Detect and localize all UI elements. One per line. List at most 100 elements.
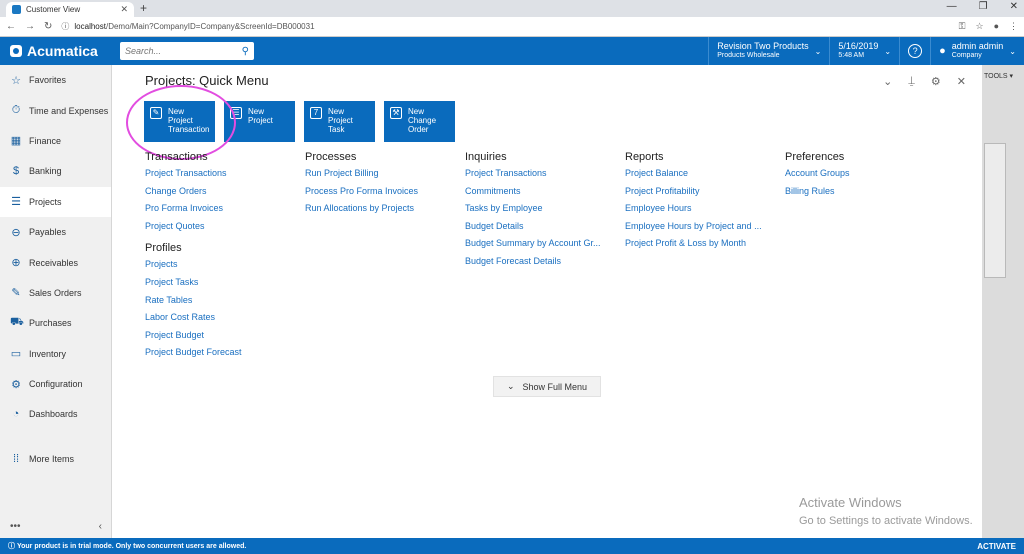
chevron-down-icon: ⌄: [1009, 46, 1016, 56]
date-selector[interactable]: 5/16/2019 5:48 AM ⌄: [829, 37, 899, 65]
menu-link[interactable]: Employee Hours: [625, 203, 785, 221]
gauge-icon: ◔: [12, 408, 20, 421]
search-icon[interactable]: ⚲: [242, 46, 249, 57]
calendar-icon: 7: [310, 107, 322, 119]
new-project-task-tile[interactable]: 7 New Project Task: [304, 101, 375, 142]
sidebar-item-configuration[interactable]: ⚙ Configuration: [0, 369, 111, 399]
sidebar-item-more-items[interactable]: ⁞⁞ More Items: [0, 444, 112, 474]
menu-link[interactable]: Commitments: [465, 186, 625, 204]
new-change-order-tile[interactable]: ⚒ New Change Order: [384, 101, 455, 142]
close-icon[interactable]: ✕: [957, 75, 966, 88]
menu-link[interactable]: Pro Forma Invoices: [145, 203, 305, 221]
calculator-icon: ▦: [10, 135, 22, 148]
plus-circle-icon: ⊕: [11, 257, 21, 270]
menu-link[interactable]: Employee Hours by Project and ...: [625, 221, 785, 239]
sidebar-item-favorites[interactable]: ☆ Favorites: [0, 65, 111, 95]
section-heading: Preferences: [785, 151, 845, 163]
info-icon: ⓘ: [61, 22, 70, 31]
menu-link[interactable]: Project Profitability: [625, 186, 785, 204]
sidebar-item-purchases[interactable]: ⛟ Purchases: [0, 308, 111, 338]
reload-icon[interactable]: ↻: [44, 21, 52, 32]
gear-icon[interactable]: ⚙: [931, 75, 941, 88]
search-box[interactable]: ⚲: [120, 42, 254, 60]
menu-link[interactable]: Project Quotes: [145, 221, 305, 239]
sidebar-item-receivables[interactable]: ⊕ Receivables: [0, 247, 111, 277]
trial-message: Your product is in trial mode. Only two …: [16, 542, 247, 550]
back-icon[interactable]: ←: [6, 21, 16, 32]
branch-name: Revision Two Products: [717, 41, 809, 51]
restore-icon[interactable]: ❐: [979, 1, 988, 12]
highlight-annotation: [126, 85, 236, 160]
menu-link[interactable]: Process Pro Forma Invoices: [305, 186, 465, 204]
browser-tab[interactable]: Customer View ✕: [6, 2, 134, 17]
branch-selector[interactable]: Revision Two Products Products Wholesale…: [708, 37, 829, 65]
menu-link[interactable]: Budget Details: [465, 221, 625, 239]
sidebar-item-inventory[interactable]: ▭ Inventory: [0, 339, 111, 369]
close-window-icon[interactable]: ✕: [1010, 1, 1018, 12]
column-processes: Processes Run Project Billing Process Pr…: [305, 151, 465, 365]
menu-link[interactable]: Budget Summary by Account Gr...: [465, 238, 625, 256]
browser-tabbar: Customer View ✕ + — ❐ ✕: [0, 0, 1024, 17]
menu-link[interactable]: Tasks by Employee: [465, 203, 625, 221]
minimize-icon[interactable]: —: [947, 1, 957, 12]
info-icon: ⓘ: [8, 543, 17, 550]
chevron-down-icon[interactable]: ⌄: [883, 75, 892, 88]
section-heading: Reports: [625, 151, 664, 163]
sidebar-item-projects[interactable]: ☰ Projects: [0, 186, 111, 217]
gear-icon: ⚙: [11, 378, 21, 391]
menu-link[interactable]: Rate Tables: [145, 295, 305, 313]
profile-icon[interactable]: ●: [994, 21, 999, 32]
projects-icon: ☰: [11, 196, 21, 209]
sidebar-item-payables[interactable]: ⊖ Payables: [0, 217, 111, 247]
menu-link[interactable]: Labor Cost Rates: [145, 312, 305, 330]
user-menu[interactable]: ● admin admin Company ⌄: [930, 37, 1024, 65]
menu-link[interactable]: Project Transactions: [145, 168, 305, 186]
browser-menu-icon[interactable]: ⋮: [1009, 21, 1018, 32]
menu-link[interactable]: Budget Forecast Details: [465, 256, 625, 274]
menu-link[interactable]: Billing Rules: [785, 186, 945, 204]
ellipsis-icon[interactable]: •••: [10, 521, 21, 532]
help-button[interactable]: ?: [899, 37, 930, 65]
edit-icon: ✎: [11, 287, 21, 300]
section-heading: Processes: [305, 151, 357, 163]
section-heading: Inquiries: [465, 151, 507, 163]
activate-link[interactable]: ACTIVATE: [977, 542, 1016, 551]
acumatica-logo[interactable]: Acumatica: [0, 43, 112, 59]
menu-link[interactable]: Change Orders: [145, 186, 305, 204]
background-grid: [984, 143, 1006, 278]
bookmark-star-icon[interactable]: ☆: [975, 21, 983, 32]
key-icon[interactable]: ⚿: [959, 21, 966, 32]
menu-link[interactable]: Project Budget Forecast: [145, 347, 305, 365]
user-name: admin admin: [951, 41, 1004, 51]
sidebar-item-sales-orders[interactable]: ✎ Sales Orders: [0, 278, 111, 308]
menu-link[interactable]: Project Profit & Loss by Month: [625, 238, 785, 256]
menu-link[interactable]: Projects: [145, 259, 305, 277]
sidebar-item-time-and-expenses[interactable]: ⏱ Time and Expenses: [0, 95, 111, 125]
pin-icon[interactable]: ⍊: [908, 75, 915, 88]
star-icon: ☆: [11, 74, 21, 87]
search-input[interactable]: [125, 46, 235, 56]
collapse-sidebar-icon[interactable]: ‹: [99, 521, 102, 532]
menu-link[interactable]: Run Allocations by Projects: [305, 203, 465, 221]
sidebar-item-banking[interactable]: $ Banking: [0, 156, 111, 186]
tools-menu[interactable]: TOOLS ▾: [984, 72, 1013, 80]
url-host: localhost: [74, 22, 106, 31]
sidebar-item-finance[interactable]: ▦ Finance: [0, 126, 111, 156]
sidebar-item-dashboards[interactable]: ◔ Dashboards: [0, 399, 111, 429]
address-bar[interactable]: ⓘ localhost/Demo/Main?CompanyID=Company&…: [61, 20, 949, 34]
new-tab-icon[interactable]: +: [140, 1, 147, 15]
chevron-down-icon: ⌄: [814, 46, 822, 56]
menu-link[interactable]: Account Groups: [785, 168, 945, 186]
menu-link[interactable]: Project Balance: [625, 168, 785, 186]
help-icon: ?: [908, 44, 923, 58]
chevron-down-icon: ⌄: [884, 46, 892, 56]
menu-link[interactable]: Project Tasks: [145, 277, 305, 295]
menu-link[interactable]: Run Project Billing: [305, 168, 465, 186]
show-full-menu-button[interactable]: ⌄ Show Full Menu: [493, 376, 601, 397]
section-heading: Transactions: [145, 151, 208, 163]
forward-icon[interactable]: →: [25, 21, 35, 32]
menu-link[interactable]: Project Budget: [145, 330, 305, 348]
close-tab-icon[interactable]: ✕: [120, 4, 128, 15]
menu-link[interactable]: Project Transactions: [465, 168, 625, 186]
logo-text: Acumatica: [27, 43, 98, 59]
